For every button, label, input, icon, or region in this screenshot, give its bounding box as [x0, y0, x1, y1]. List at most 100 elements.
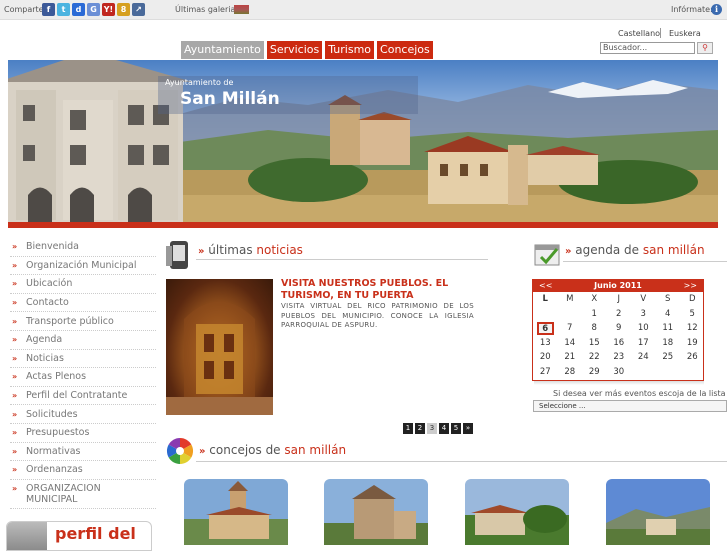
- lang-divider: [660, 28, 661, 38]
- news-image[interactable]: [166, 279, 273, 415]
- sidebar-item-label: Perfil del Contratante: [26, 390, 128, 402]
- galleries-label: Últimas galerias:: [175, 5, 243, 14]
- calendar-day[interactable]: 17: [631, 336, 656, 351]
- lang-euskera-link[interactable]: Euskera: [669, 29, 701, 38]
- sidebar-item[interactable]: » Noticias: [10, 350, 156, 369]
- sidebar-item-label: Agenda: [26, 334, 63, 346]
- sidebar-item[interactable]: » Ubicación: [10, 275, 156, 294]
- google-icon[interactable]: G: [87, 3, 100, 16]
- agenda-heading: » agenda de san millán: [565, 243, 705, 257]
- chevron-icon: »: [12, 372, 18, 382]
- sidebar-item-label: Ordenanzas: [26, 464, 83, 476]
- sidebar-item[interactable]: » Contacto: [10, 294, 156, 313]
- sidebar-item[interactable]: » Perfil del Contratante: [10, 387, 156, 406]
- page-button[interactable]: »: [463, 423, 473, 434]
- calendar-day[interactable]: 4: [656, 307, 681, 322]
- sidebar-item[interactable]: » Solicitudes: [10, 405, 156, 424]
- calendar-day[interactable]: 16: [607, 336, 632, 351]
- info-icon[interactable]: i: [711, 4, 722, 15]
- concejo-thumb-4[interactable]: [606, 479, 710, 545]
- tab-turismo[interactable]: Turismo: [325, 41, 375, 59]
- perfil-banner-image: [7, 522, 47, 550]
- sidebar-item-label: Actas Plenos: [26, 371, 87, 383]
- facebook-icon[interactable]: f: [42, 3, 55, 16]
- main-nav: Ayuntamiento Servicios Turismo Concejos: [181, 41, 433, 59]
- page-button[interactable]: 5: [451, 423, 461, 434]
- delicious-icon[interactable]: d: [72, 3, 85, 16]
- meneame-icon[interactable]: ↗: [132, 3, 145, 16]
- sidebar-item[interactable]: » ORGANIZACION MUNICIPAL: [10, 480, 156, 509]
- calendar-day[interactable]: 5: [680, 307, 705, 322]
- page-button[interactable]: 3: [427, 423, 437, 434]
- sidebar-item-label-line: ORGANIZACION: [26, 482, 101, 494]
- calendar-day[interactable]: 11: [656, 321, 681, 336]
- digg-icon[interactable]: 8: [117, 3, 130, 16]
- calendar-day: [558, 307, 583, 322]
- calendar-day[interactable]: 15: [582, 336, 607, 351]
- tab-ayuntamiento[interactable]: Ayuntamiento: [181, 41, 264, 59]
- calendar-day[interactable]: 20: [533, 350, 558, 365]
- sidebar-item[interactable]: » Organización Municipal: [10, 257, 156, 276]
- calendar-day[interactable]: 2: [607, 307, 632, 322]
- page-button[interactable]: 4: [439, 423, 449, 434]
- calendar-day[interactable]: 13: [533, 336, 558, 351]
- calendar-day[interactable]: 8: [582, 321, 607, 336]
- events-select[interactable]: Seleccione ...: [533, 400, 727, 412]
- twitter-icon[interactable]: t: [57, 3, 70, 16]
- calendar-day[interactable]: 1: [582, 307, 607, 322]
- color-wheel-icon: [166, 437, 194, 465]
- calendar-day[interactable]: 24: [631, 350, 656, 365]
- page-button[interactable]: 2: [415, 423, 425, 434]
- calendar-weekday: S: [665, 294, 671, 304]
- concejo-thumb-3[interactable]: [465, 479, 569, 545]
- yahoo-icon[interactable]: Y!: [102, 3, 115, 16]
- calendar-day[interactable]: 30: [607, 365, 632, 380]
- calendar-day[interactable]: 26: [680, 350, 705, 365]
- calendar-day[interactable]: 25: [656, 350, 681, 365]
- sidebar-item[interactable]: » Presupuestos: [10, 424, 156, 443]
- search-input[interactable]: Buscador...: [600, 42, 695, 54]
- concejo-thumb-2[interactable]: [324, 479, 428, 545]
- sidebar-item[interactable]: » Normativas: [10, 443, 156, 462]
- calendar-day[interactable]: 12: [680, 321, 705, 336]
- calendar-day[interactable]: 6: [537, 322, 554, 335]
- chevron-icon: »: [12, 316, 18, 326]
- sidebar-item[interactable]: » Actas Plenos: [10, 368, 156, 387]
- calendar-day[interactable]: 29: [582, 365, 607, 380]
- calendar-day[interactable]: 3: [631, 307, 656, 322]
- page-button[interactable]: 1: [403, 423, 413, 434]
- concejo-thumb-1[interactable]: [184, 479, 288, 545]
- lang-castellano-link[interactable]: Castellano: [618, 29, 660, 38]
- concejos-heading: » concejos de san millán: [199, 443, 347, 457]
- sidebar-item[interactable]: » Ordenanzas: [10, 461, 156, 480]
- sidebar-item[interactable]: » Agenda: [10, 331, 156, 350]
- search-icon[interactable]: ⚲: [697, 42, 713, 54]
- calendar-day[interactable]: 22: [582, 350, 607, 365]
- calendar-day[interactable]: 7: [558, 321, 583, 336]
- tab-servicios[interactable]: Servicios: [266, 41, 323, 59]
- calendar-day[interactable]: 28: [558, 365, 583, 380]
- calendar: << Junio 2011 >> L M X J V S D 1 2 3 4 5 6 7 8 9 10 11 12 1…: [532, 279, 704, 381]
- perfil-contratante-banner[interactable]: perfil del: [6, 521, 152, 551]
- calendar-day[interactable]: 21: [558, 350, 583, 365]
- calendar-next-button[interactable]: >>: [684, 281, 697, 290]
- events-note: Si desea ver más eventos escoja de la li…: [553, 389, 726, 398]
- chevron-icon: »: [12, 242, 18, 252]
- sidebar-item[interactable]: » Transporte público: [10, 312, 156, 331]
- chevron-icon: »: [12, 483, 18, 493]
- calendar-day[interactable]: 19: [680, 336, 705, 351]
- calendar-day[interactable]: 9: [607, 321, 632, 336]
- calendar-day[interactable]: 27: [533, 365, 558, 380]
- chevron-icon: »: [12, 391, 18, 401]
- calendar-day[interactable]: 23: [607, 350, 632, 365]
- gallery-thumbnail[interactable]: [234, 5, 249, 14]
- news-summary: VISITA VIRTUAL DEL RICO PATRIMONIO DE LO…: [281, 302, 474, 329]
- noticias-heading: » últimas noticias: [198, 243, 303, 257]
- sidebar-item[interactable]: » Bienvenida: [10, 238, 156, 257]
- calendar-header: << Junio 2011 >>: [533, 280, 703, 292]
- tab-concejos[interactable]: Concejos: [377, 41, 433, 59]
- calendar-day[interactable]: 14: [558, 336, 583, 351]
- calendar-day[interactable]: 10: [631, 321, 656, 336]
- news-headline-link[interactable]: VISITA NUESTROS PUEBLOS. EL TURISMO, EN …: [281, 278, 474, 302]
- calendar-day[interactable]: 18: [656, 336, 681, 351]
